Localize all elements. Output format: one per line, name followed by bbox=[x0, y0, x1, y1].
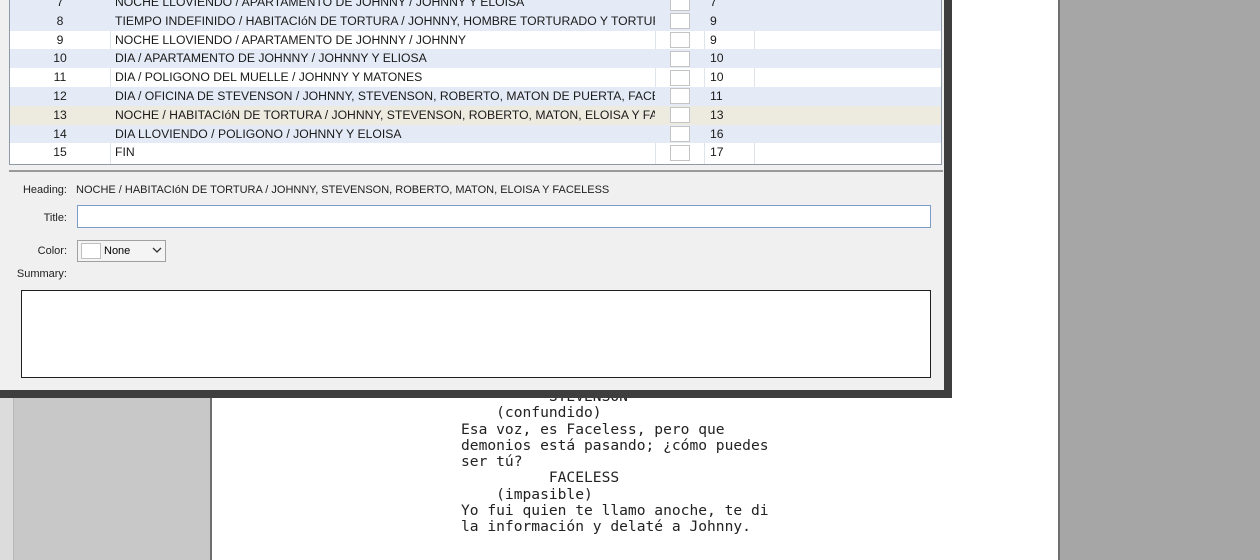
scene-heading: NOCHE / HABITACIóN DE TORTURA / JOHNNY, … bbox=[115, 107, 655, 122]
scene-page: 11 bbox=[710, 88, 723, 103]
scene-checkbox[interactable] bbox=[670, 143, 690, 162]
checkbox-box[interactable] bbox=[670, 88, 690, 105]
scene-heading: FIN bbox=[115, 145, 135, 160]
scene-page: 17 bbox=[710, 145, 724, 160]
scene-checkbox[interactable] bbox=[670, 68, 690, 87]
heading-label: Heading: bbox=[22, 184, 67, 196]
summary-label: Summary: bbox=[16, 268, 67, 280]
scene-checkbox[interactable] bbox=[670, 87, 690, 106]
color-dropdown[interactable]: None bbox=[77, 240, 166, 262]
scene-heading: DIA / APARTAMENTO DE JOHNNY / JOHNNY Y E… bbox=[115, 51, 427, 66]
scene-checkbox[interactable] bbox=[670, 125, 690, 144]
checkbox-box[interactable] bbox=[670, 69, 690, 86]
scene-checkbox[interactable] bbox=[670, 106, 690, 125]
checkbox-box[interactable] bbox=[670, 13, 690, 30]
script-line: (confundido) bbox=[461, 404, 602, 422]
color-label: Color: bbox=[37, 245, 67, 257]
scene-checkbox[interactable] bbox=[670, 49, 690, 68]
scene-checkbox[interactable] bbox=[670, 12, 690, 31]
script-text: STEVENSON (confundido)Esa voz, es Facele… bbox=[461, 388, 769, 536]
checkbox-box[interactable] bbox=[670, 0, 690, 11]
script-line: (impasible) bbox=[461, 485, 593, 503]
script-line: Esa voz, es Faceless, pero que bbox=[461, 420, 725, 438]
chevron-down-icon bbox=[152, 247, 162, 253]
scene-list[interactable]: 7 NOCHE LLOVIENDO / APARTAMENTO DE JOHNN… bbox=[9, 0, 942, 165]
scene-row[interactable]: 11 DIA / POLIGONO DEL MUELLE / JOHNNY Y … bbox=[10, 68, 941, 87]
heading-value: NOCHE / HABITACIóN DE TORTURA / JOHNNY, … bbox=[76, 184, 610, 196]
script-line: demonios está pasando; ¿cómo puedes bbox=[461, 436, 769, 454]
scene-number: 15 bbox=[53, 145, 67, 160]
scene-number: 9 bbox=[56, 32, 64, 47]
scene-row[interactable]: 10 DIA / APARTAMENTO DE JOHNNY / JOHNNY … bbox=[10, 49, 941, 69]
color-swatch bbox=[81, 243, 101, 259]
scene-page: 13 bbox=[710, 107, 724, 122]
checkbox-box[interactable] bbox=[670, 107, 690, 124]
scene-number: 10 bbox=[53, 51, 67, 66]
scene-number: 13 bbox=[53, 107, 67, 122]
scene-page: 9 bbox=[710, 32, 717, 47]
scene-row[interactable]: 14 DIA LLOVIENDO / POLIGONO / JOHNNY Y E… bbox=[10, 124, 941, 144]
scene-page: 10 bbox=[710, 70, 724, 85]
scene-number: 7 bbox=[56, 0, 64, 9]
summary-textarea[interactable] bbox=[21, 290, 931, 378]
checkbox-box[interactable] bbox=[670, 144, 690, 161]
scene-number: 11 bbox=[53, 70, 67, 85]
scene-number: 14 bbox=[53, 126, 67, 141]
color-value: None bbox=[104, 245, 131, 257]
splitter[interactable] bbox=[9, 170, 943, 172]
script-line: la información y delaté a Johnny. bbox=[461, 518, 751, 536]
title-label: Title: bbox=[43, 212, 67, 224]
checkbox-box[interactable] bbox=[670, 50, 690, 67]
scene-row[interactable]: 15 FIN 17 bbox=[10, 143, 941, 162]
script-line: FACELESS bbox=[461, 469, 620, 487]
script-line: Yo fui quien te llamo anoche, te di bbox=[461, 502, 769, 520]
scene-checkbox[interactable] bbox=[670, 31, 690, 50]
scene-manager-window: 7 NOCHE LLOVIENDO / APARTAMENTO DE JOHNN… bbox=[0, 0, 952, 398]
scene-page: 7 bbox=[710, 0, 717, 9]
scene-row[interactable]: 8 TIEMPO INDEFINIDO / HABITACIóN DE TORT… bbox=[10, 11, 941, 31]
workspace-right-panel bbox=[1060, 0, 1260, 560]
scene-number: 8 bbox=[56, 13, 64, 28]
scene-heading: TIEMPO INDEFINIDO / HABITACIóN DE TORTUR… bbox=[115, 13, 655, 28]
title-input[interactable] bbox=[77, 205, 931, 228]
scene-row[interactable]: 7 NOCHE LLOVIENDO / APARTAMENTO DE JOHNN… bbox=[10, 0, 941, 12]
scene-heading: DIA / OFICINA DE STEVENSON / JOHNNY, STE… bbox=[115, 88, 655, 103]
scene-heading: NOCHE LLOVIENDO / APARTAMENTO DE JOHNNY … bbox=[115, 32, 467, 47]
scene-row-selected[interactable]: 13 NOCHE / HABITACIóN DE TORTURA / JOHNN… bbox=[10, 105, 941, 125]
scene-page: 10 bbox=[710, 51, 724, 66]
scene-manager-body: 7 NOCHE LLOVIENDO / APARTAMENTO DE JOHNN… bbox=[0, 0, 944, 390]
scene-row[interactable]: 9 NOCHE LLOVIENDO / APARTAMENTO DE JOHNN… bbox=[10, 31, 941, 50]
script-line: ser tú? bbox=[461, 453, 523, 471]
scene-number: 12 bbox=[53, 88, 67, 103]
scene-heading: DIA / POLIGONO DEL MUELLE / JOHNNY Y MAT… bbox=[115, 70, 423, 85]
checkbox-box[interactable] bbox=[670, 126, 690, 143]
scene-heading: DIA LLOVIENDO / POLIGONO / JOHNNY Y ELOI… bbox=[115, 126, 402, 141]
scene-row[interactable]: 12 DIA / OFICINA DE STEVENSON / JOHNNY, … bbox=[10, 86, 941, 106]
checkbox-box[interactable] bbox=[670, 32, 690, 49]
scene-page: 16 bbox=[710, 126, 724, 141]
scene-checkbox[interactable] bbox=[670, 0, 690, 12]
scene-heading: NOCHE LLOVIENDO / APARTAMENTO DE JOHNNY … bbox=[115, 0, 525, 9]
scene-page: 9 bbox=[710, 13, 717, 28]
